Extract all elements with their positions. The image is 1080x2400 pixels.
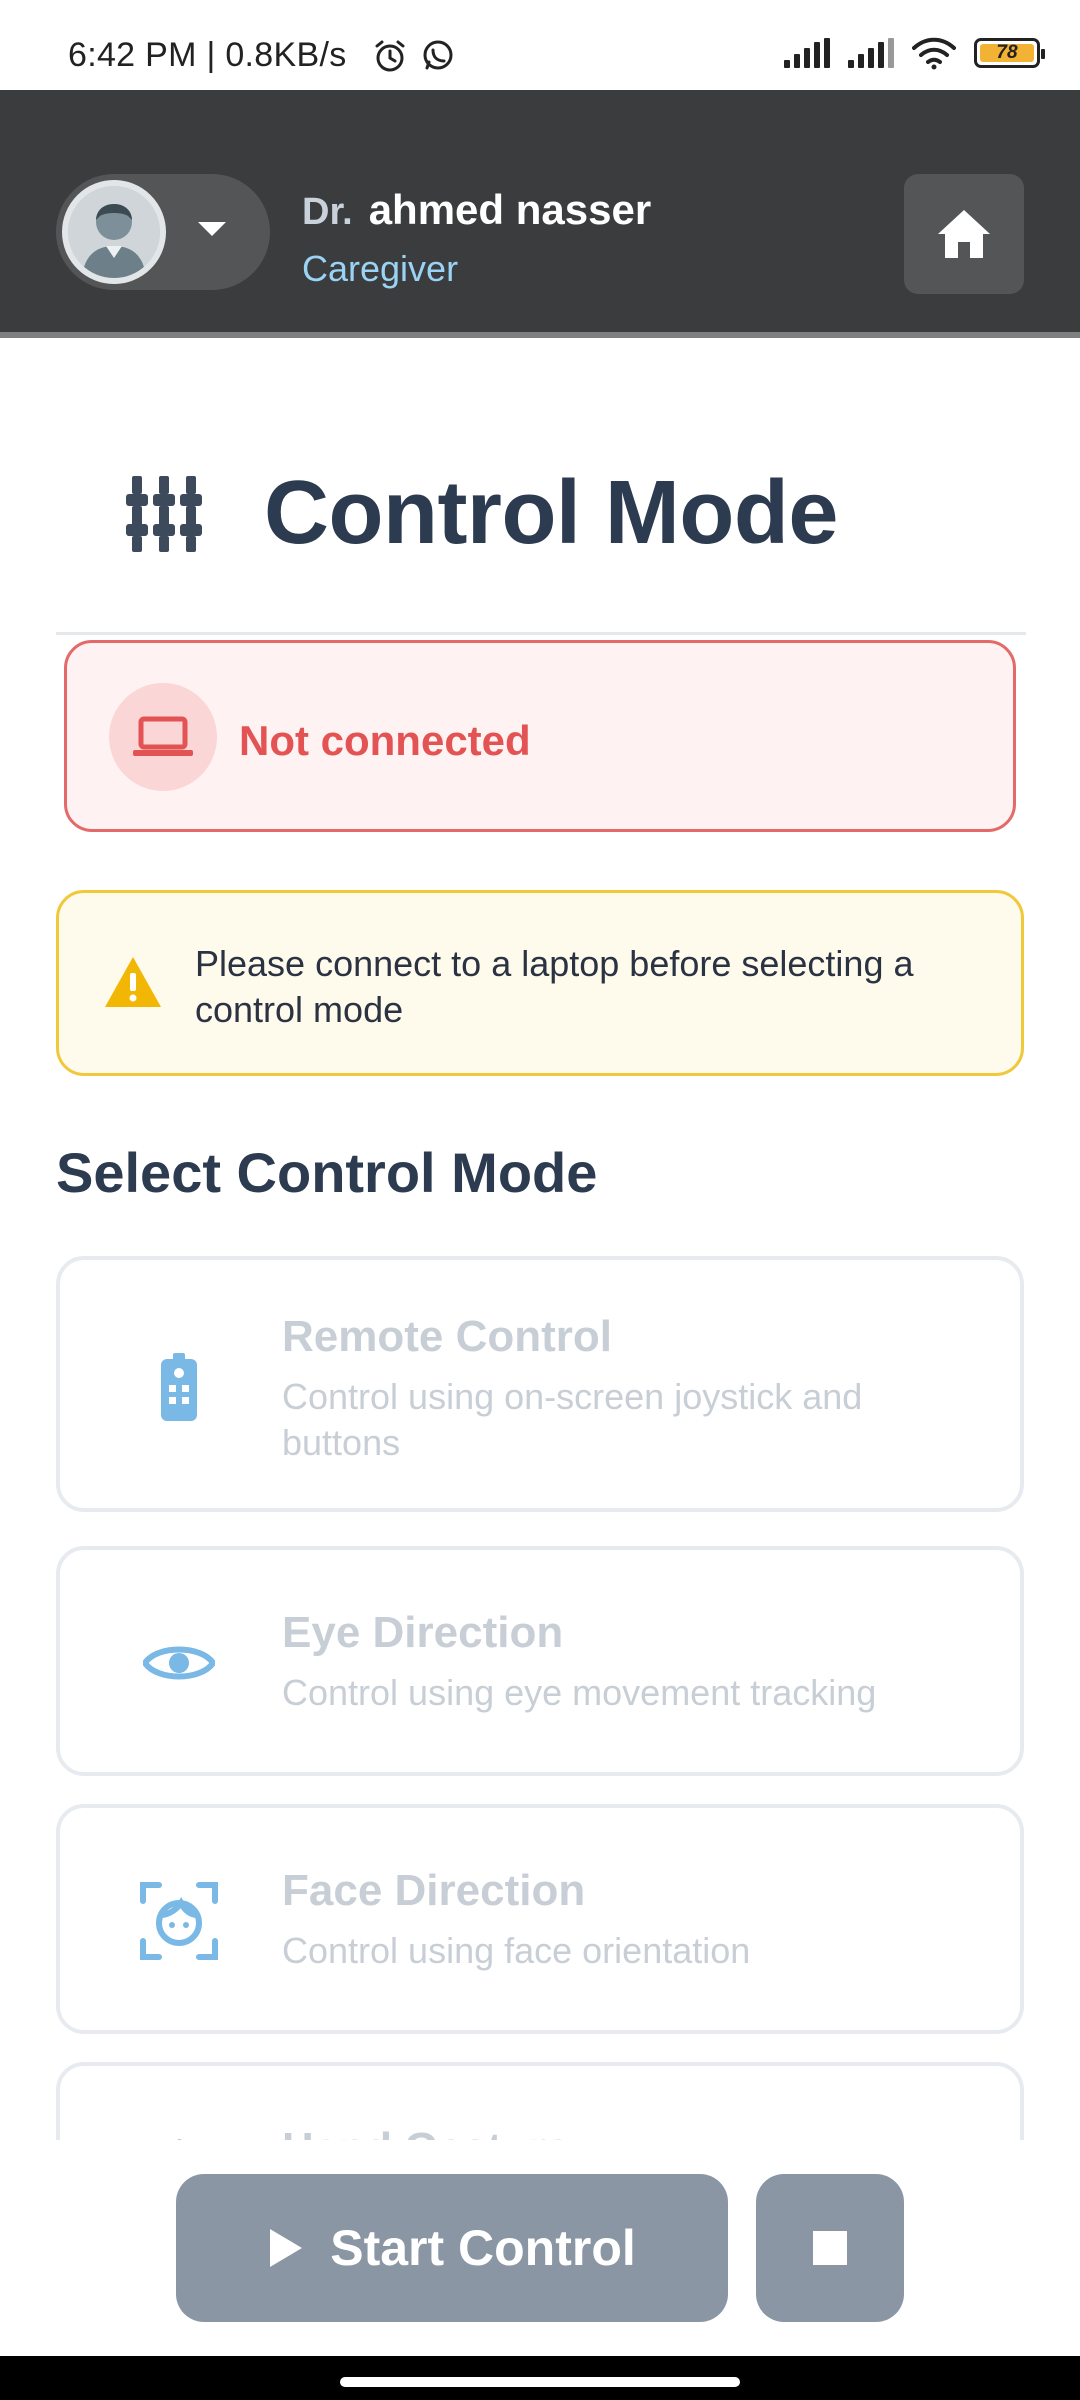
mode-description: Control using face orientation bbox=[282, 1930, 751, 1971]
chevron-down-icon bbox=[198, 222, 226, 236]
start-control-label: Start Control bbox=[330, 2220, 636, 2276]
signal-icon bbox=[848, 38, 894, 68]
app-header: Dr. ahmed nasser Caregiver bbox=[0, 90, 1080, 338]
mode-description: Control using on-screen joystick and but… bbox=[282, 1376, 863, 1463]
battery-icon: 78 bbox=[974, 38, 1045, 68]
mode-title: Remote Control bbox=[282, 1312, 612, 1361]
user-title-prefix: Dr. bbox=[302, 191, 353, 233]
avatar bbox=[62, 180, 166, 284]
mode-title: Eye Direction bbox=[282, 1608, 564, 1657]
connection-status-text: Not connected bbox=[239, 717, 531, 764]
page-title: Control Mode bbox=[264, 463, 838, 563]
signal-icon bbox=[784, 38, 830, 68]
page-header: Control Mode bbox=[126, 462, 838, 565]
status-bar: 6:42 PM | 0.8KB/s 78 bbox=[0, 0, 1080, 90]
warning-icon bbox=[105, 957, 161, 1007]
home-icon bbox=[938, 210, 990, 258]
mode-card-eye-direction[interactable]: Eye Direction Control using eye movement… bbox=[56, 1546, 1024, 1776]
status-time: 6:42 PM | 0.8KB/s bbox=[68, 36, 347, 74]
status-notification-icons bbox=[372, 38, 456, 74]
mode-card-face-direction[interactable]: Face Direction Control using face orient… bbox=[56, 1804, 1024, 2034]
play-icon bbox=[270, 2229, 303, 2267]
system-navigation-bar bbox=[0, 2356, 1080, 2400]
laptop-icon bbox=[109, 683, 217, 791]
mode-description: Control using eye movement tracking bbox=[282, 1672, 877, 1713]
user-name: ahmed nasser bbox=[368, 186, 652, 233]
status-system-icons: 78 bbox=[784, 36, 1045, 70]
home-gesture-handle[interactable] bbox=[340, 2377, 740, 2387]
hand-icon bbox=[134, 2124, 224, 2140]
section-title: Select Control Mode bbox=[56, 1141, 598, 1204]
mode-card-hand-gesture[interactable]: Hand Gesture bbox=[56, 2062, 1024, 2140]
stop-icon bbox=[813, 2231, 847, 2265]
mode-title: Hand Gesture bbox=[282, 2124, 571, 2140]
connection-status-card: Not connected bbox=[64, 640, 1016, 832]
wifi-icon bbox=[912, 37, 956, 70]
remote-icon bbox=[134, 1342, 224, 1432]
face-icon bbox=[134, 1876, 224, 1966]
sliders-icon bbox=[126, 475, 202, 552]
eye-icon bbox=[134, 1618, 224, 1708]
user-role: Caregiver bbox=[302, 248, 459, 289]
alarm-icon bbox=[375, 40, 405, 72]
control-mode-list: Remote Control Control using on-screen j… bbox=[0, 1250, 1080, 2140]
start-control-button[interactable]: Start Control bbox=[176, 2174, 728, 2322]
divider bbox=[56, 632, 1026, 635]
mode-card-remote-control[interactable]: Remote Control Control using on-screen j… bbox=[56, 1256, 1024, 1512]
mode-title: Face Direction bbox=[282, 1866, 586, 1915]
profile-menu-button[interactable] bbox=[56, 174, 270, 290]
battery-level: 78 bbox=[996, 42, 1018, 63]
warning-text: Please connect to a laptop before select… bbox=[195, 943, 914, 1030]
home-button[interactable] bbox=[904, 174, 1024, 294]
stop-button[interactable] bbox=[756, 2174, 904, 2322]
user-info: Dr. ahmed nasser Caregiver bbox=[302, 186, 651, 290]
whatsapp-icon bbox=[423, 40, 453, 70]
warning-banner: Please connect to a laptop before select… bbox=[56, 890, 1024, 1076]
